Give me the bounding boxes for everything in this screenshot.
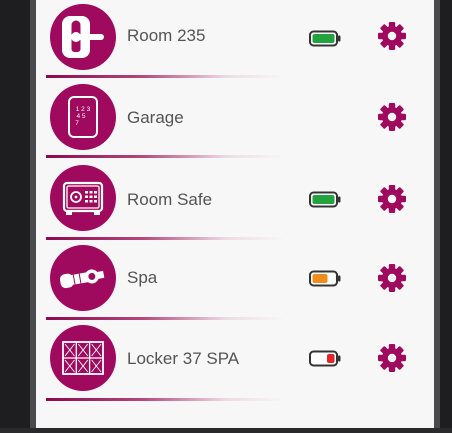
gear-icon[interactable] [377, 263, 407, 293]
device-name: Room 235 [127, 26, 206, 45]
svg-text:4 5: 4 5 [76, 113, 85, 120]
device-row-garage[interactable]: 1 2 3 4 5 7 Garage [36, 76, 434, 158]
gear-icon[interactable] [377, 102, 407, 132]
battery-icon [309, 270, 341, 287]
device-row-room-safe[interactable]: Room Safe [36, 158, 434, 240]
device-row-spa[interactable]: Spa [36, 238, 434, 320]
battery-icon [309, 350, 341, 367]
keypad-icon: 1 2 3 4 5 7 [50, 84, 116, 150]
device-row-locker-37-spa[interactable]: Locker 37 SPA [36, 318, 434, 401]
gear-icon[interactable] [377, 184, 407, 214]
device-name: Room Safe [127, 190, 213, 209]
phone-bezel-right-rim [434, 0, 440, 433]
row-divider [46, 398, 286, 401]
battery-icon [309, 30, 341, 47]
lockers-icon [50, 325, 116, 391]
device-name: Locker 37 SPA [127, 349, 240, 368]
svg-text:7: 7 [75, 120, 79, 127]
device-name: Garage [127, 108, 184, 127]
device-list-screen: Room 235 1 2 3 4 5 7 Garage Room Safe Sp… [36, 0, 434, 433]
svg-text:1 2 3: 1 2 3 [76, 106, 91, 113]
battery-icon [309, 191, 341, 208]
phone-bezel-right [440, 0, 452, 433]
door-handle-icon [50, 4, 116, 70]
device-row-room-235[interactable]: Room 235 [36, 0, 434, 78]
safe-icon [50, 165, 116, 231]
gear-icon[interactable] [377, 21, 407, 51]
gear-icon[interactable] [377, 343, 407, 373]
device-name: Spa [127, 268, 158, 287]
lock-cylinder-icon [50, 245, 116, 311]
phone-bezel-left [0, 0, 30, 433]
phone-bezel-bottom [0, 428, 452, 433]
